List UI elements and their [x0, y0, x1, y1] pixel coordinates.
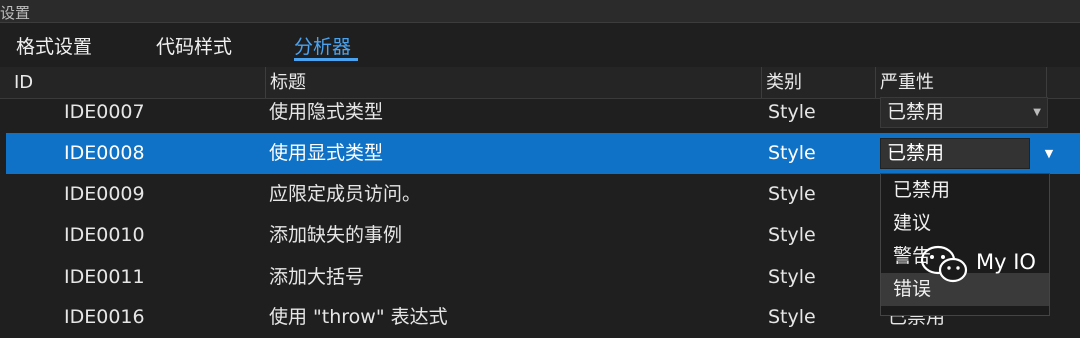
- option-disabled[interactable]: 已禁用: [881, 174, 1049, 207]
- window-title: 设置: [0, 4, 31, 22]
- rule-id: IDE0016: [64, 306, 145, 328]
- watermark-text: My IO: [976, 250, 1036, 274]
- rule-id: IDE0011: [64, 266, 145, 288]
- rule-category: Style: [768, 306, 816, 328]
- option-suggestion[interactable]: 建议: [881, 207, 1049, 240]
- wechat-icon: [920, 245, 968, 283]
- severity-value: 已禁用: [887, 142, 945, 164]
- tab-formatting[interactable]: 格式设置: [16, 32, 92, 59]
- settings-tabs: 格式设置 代码样式 分析器: [0, 30, 1080, 64]
- table-row-selected[interactable]: IDE0008 使用显式类型 Style 已禁用 ▼: [6, 133, 1080, 174]
- severity-select-open[interactable]: 已禁用: [880, 138, 1030, 169]
- rule-category: Style: [768, 101, 816, 123]
- table-row[interactable]: IDE0007 使用隐式类型 Style 已禁用 ▼: [0, 92, 1080, 133]
- rule-category: Style: [768, 142, 816, 164]
- severity-select[interactable]: 已禁用 ▼: [880, 97, 1048, 128]
- rule-title: 添加大括号: [269, 266, 365, 288]
- rule-title: 使用显式类型: [269, 142, 384, 164]
- chevron-down-icon: ▼: [1033, 107, 1041, 118]
- severity-value: 已禁用: [887, 101, 945, 123]
- rule-title: 添加缺失的事例: [269, 224, 403, 246]
- active-tab-indicator: [294, 58, 358, 61]
- rule-category: Style: [768, 224, 816, 246]
- rule-title: 使用隐式类型: [269, 101, 384, 123]
- rule-category: Style: [768, 183, 816, 205]
- chevron-down-icon[interactable]: ▼: [1036, 138, 1062, 169]
- rule-id: IDE0010: [64, 224, 145, 246]
- rule-id: IDE0007: [64, 101, 145, 123]
- rule-id: IDE0008: [64, 142, 145, 164]
- rule-id: IDE0009: [64, 183, 145, 205]
- rule-title: 使用 "throw" 表达式: [269, 306, 448, 328]
- rule-title: 应限定成员访问。: [269, 183, 422, 205]
- tab-analyzers[interactable]: 分析器: [294, 32, 351, 59]
- rule-category: Style: [768, 266, 816, 288]
- window-titlebar: 设置: [0, 0, 1080, 23]
- watermark: My IO: [918, 242, 1058, 286]
- tab-code-style[interactable]: 代码样式: [156, 32, 232, 59]
